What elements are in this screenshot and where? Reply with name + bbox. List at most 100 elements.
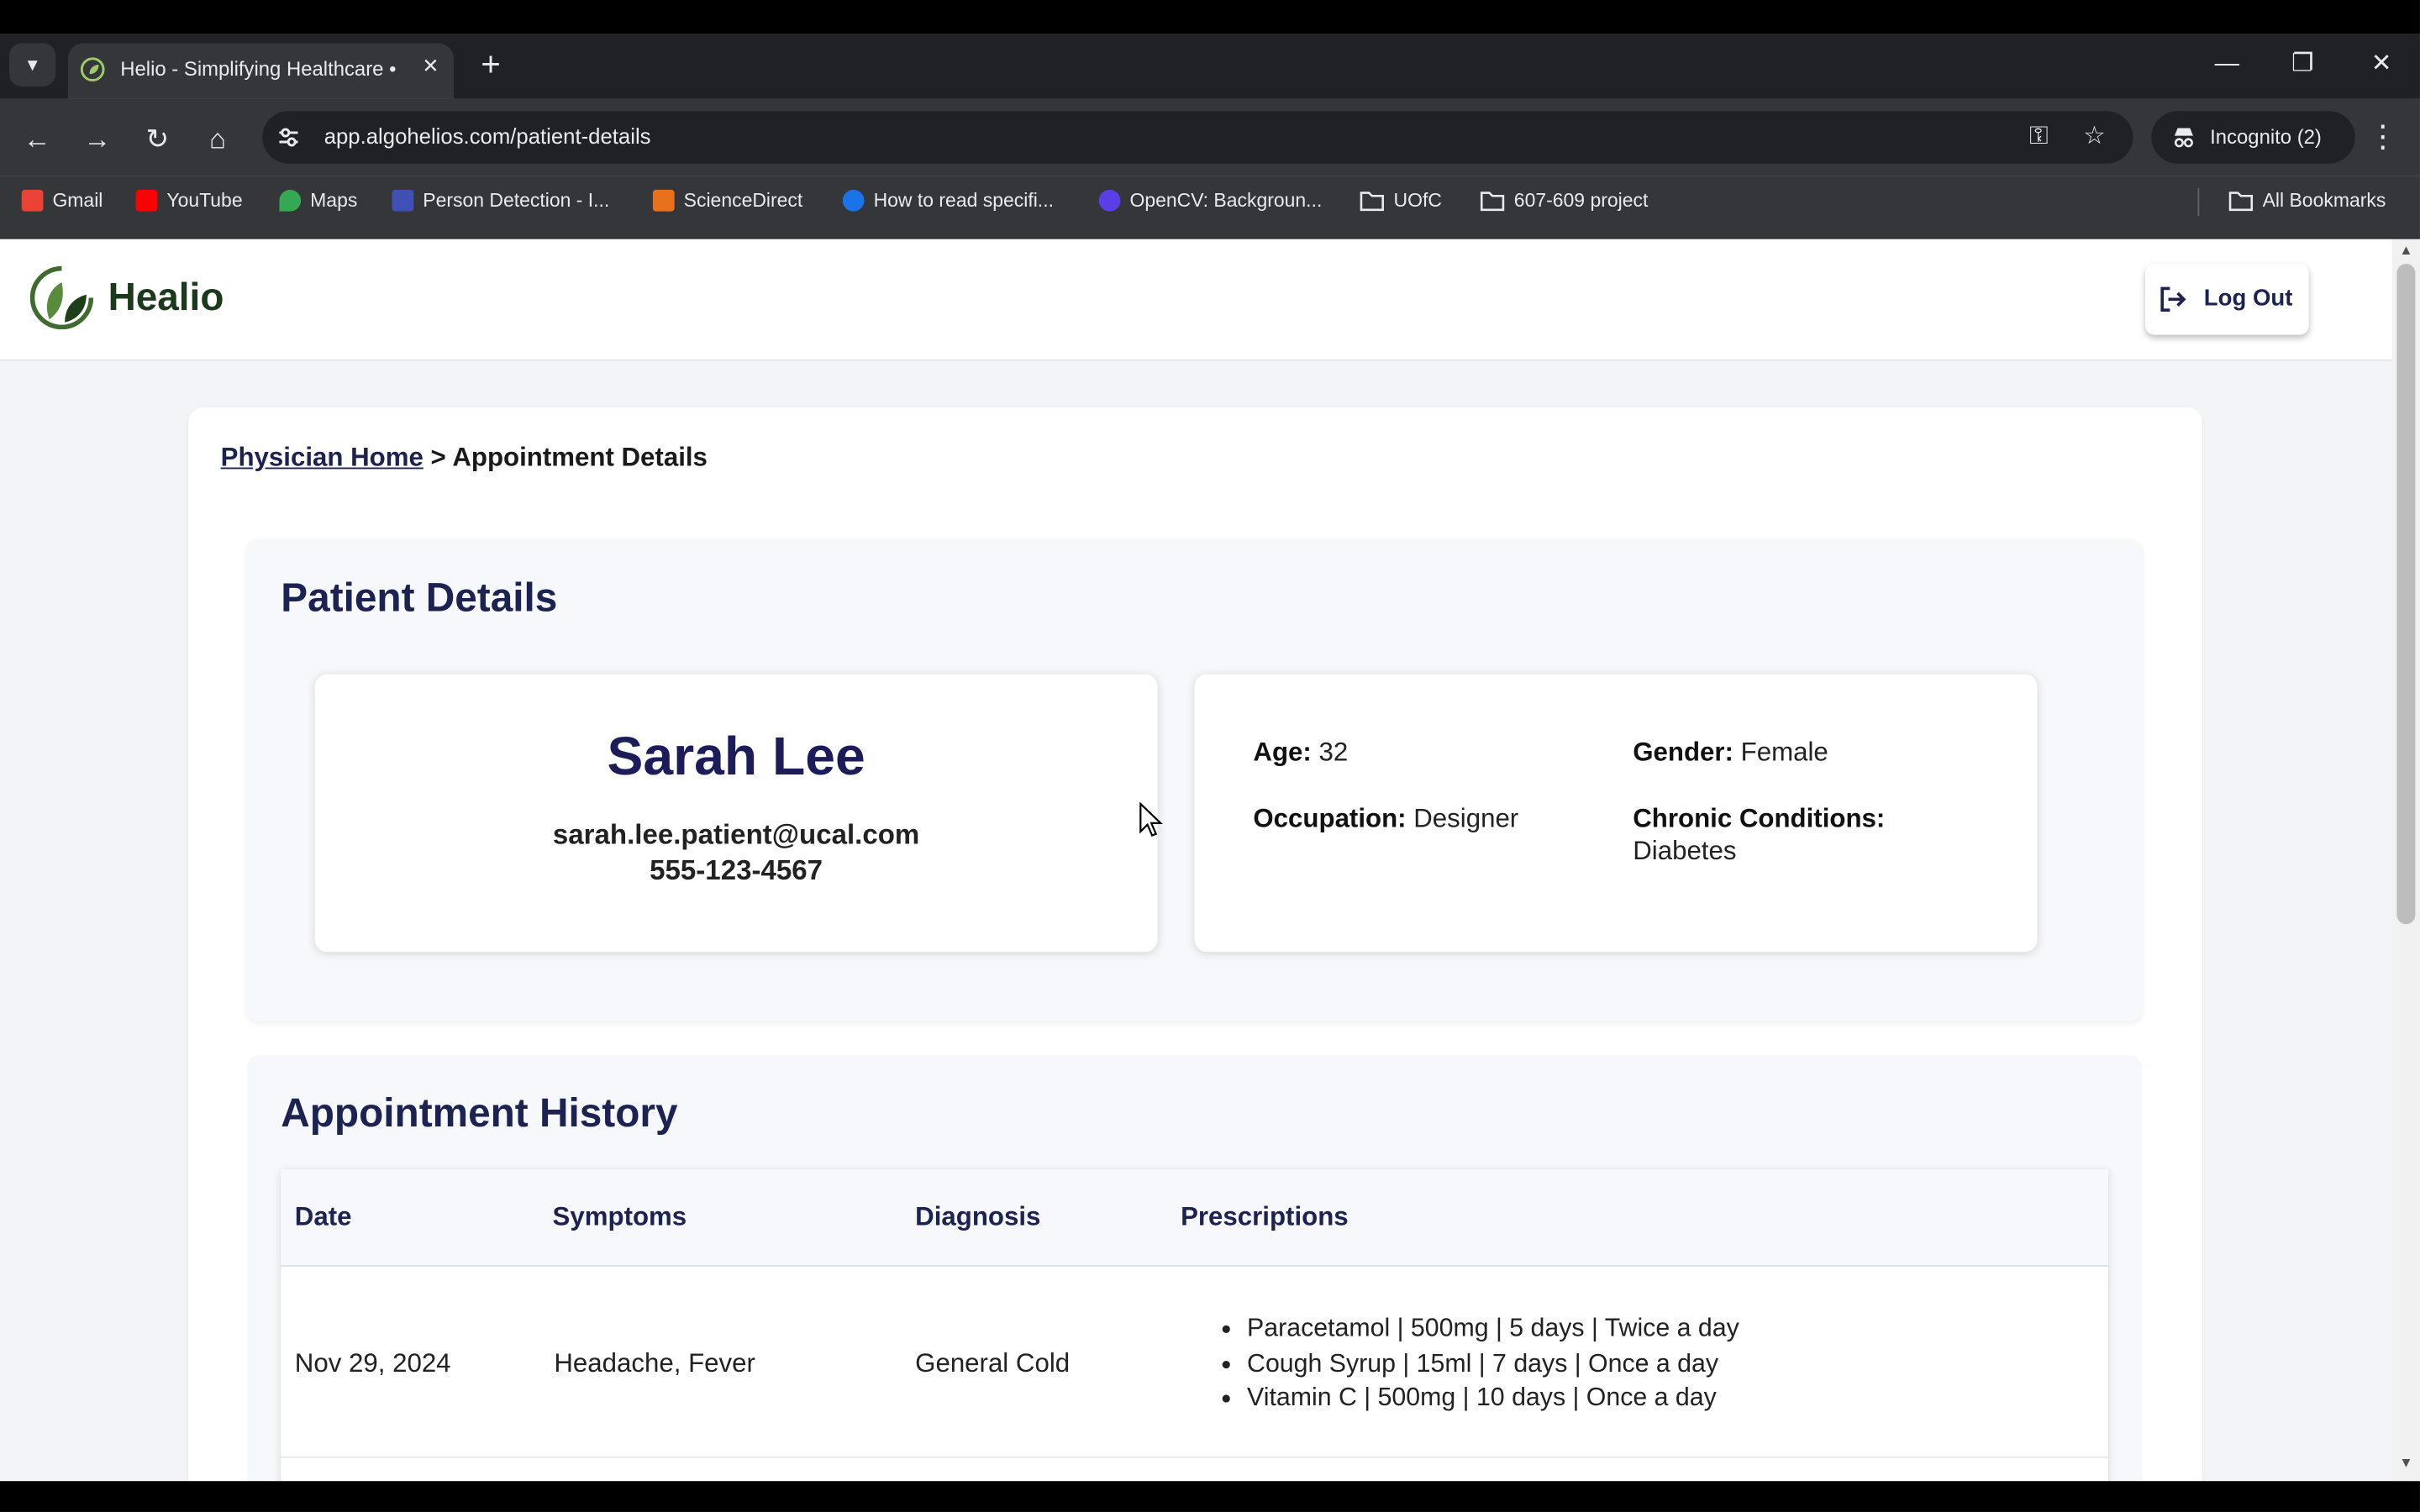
patient-details-section: Patient Details Sarah Lee sarah.lee.pati… xyxy=(246,539,2143,1021)
bookmark-label: Maps xyxy=(310,189,358,212)
restore-window-button[interactable]: ❐ xyxy=(2280,46,2326,83)
gender-value: Female xyxy=(1740,737,1828,767)
chevron-down-icon: ▾ xyxy=(27,52,38,76)
scroll-down-arrow-icon[interactable]: ▼ xyxy=(2392,1455,2420,1473)
close-window-button[interactable]: ✕ xyxy=(2358,46,2404,83)
bookmark-label: Person Detection - I... xyxy=(423,189,610,212)
bookmark-star-icon[interactable]: ☆ xyxy=(2077,120,2111,154)
breadcrumb-physician-home-link[interactable]: Physician Home xyxy=(221,443,424,472)
bookmark-person-detection[interactable]: Person Detection - I... xyxy=(392,186,610,214)
gmail-icon xyxy=(21,189,44,212)
scrollbar-thumb[interactable] xyxy=(2396,264,2416,925)
patient-email: sarah.lee.patient@ucal.com xyxy=(552,819,920,851)
column-header-symptoms: Symptoms xyxy=(552,1201,687,1231)
folder-icon xyxy=(1360,192,1384,212)
logout-label: Log Out xyxy=(2203,285,2293,312)
more-vert-icon: ⋮ xyxy=(2367,120,2399,155)
address-bar[interactable]: app.algohelios.com/patient-details ⚿ ☆ xyxy=(262,111,2133,164)
reload-button[interactable]: ↻ xyxy=(137,118,177,159)
bookmark-how-to-read[interactable]: How to read specifi... xyxy=(842,186,1054,214)
all-bookmarks-button[interactable]: All Bookmarks xyxy=(2228,186,2386,214)
bookmark-opencv[interactable]: OpenCV: Backgroun... xyxy=(1098,186,1323,214)
patient-name: Sarah Lee xyxy=(607,727,865,787)
patient-info-card: Age: 32 Gender: Female Occupation: Desig… xyxy=(1194,674,2038,953)
site-info-icon[interactable] xyxy=(275,123,302,151)
prescription-item: Cough Syrup | 15ml | 7 days | Once a day xyxy=(1247,1347,1739,1381)
breadcrumb-current: Appointment Details xyxy=(452,443,708,473)
bookmark-maps[interactable]: Maps xyxy=(279,186,357,214)
bookmark-favicon xyxy=(842,189,865,212)
prescription-list: Paracetamol | 500mg | 5 days | Twice a d… xyxy=(1219,1311,1739,1415)
page-scrollbar[interactable]: ▲ ▼ xyxy=(2391,239,2420,1482)
patient-age: Age: 32 xyxy=(1253,736,1348,769)
healio-logo-icon xyxy=(29,265,94,330)
column-header-date: Date xyxy=(294,1201,352,1231)
bookmark-favicon xyxy=(392,189,414,212)
minimize-icon: — xyxy=(2214,50,2240,77)
home-icon: ⌂ xyxy=(208,123,226,155)
logout-icon xyxy=(2160,286,2186,312)
incognito-indicator[interactable]: Incognito (2) xyxy=(2151,111,2355,164)
logout-button[interactable]: Log Out xyxy=(2145,264,2309,335)
patient-phone: 555-123-4567 xyxy=(650,854,823,886)
arrow-left-icon: ← xyxy=(23,123,51,155)
home-button[interactable]: ⌂ xyxy=(197,118,238,159)
bookmark-label: OpenCV: Backgroun... xyxy=(1129,189,1323,212)
appointment-history-title: Appointment History xyxy=(281,1089,678,1136)
cell-diagnosis: General Cold xyxy=(915,1348,1071,1378)
password-key-icon[interactable]: ⚿ xyxy=(2022,120,2055,154)
screen-top-border xyxy=(0,0,2420,34)
chronic-conditions-value: Diabetes xyxy=(1633,836,1737,866)
cell-symptoms: Headache, Fever xyxy=(554,1348,755,1378)
patient-gender: Gender: Female xyxy=(1633,736,1828,769)
back-button[interactable]: ← xyxy=(17,118,57,159)
tab-title: Helio - Simplifying Healthcare • xyxy=(120,56,397,81)
cell-date: Nov 29, 2024 xyxy=(294,1348,451,1378)
incognito-label: Incognito (2) xyxy=(2210,124,2322,149)
opencv-icon xyxy=(1098,189,1121,212)
youtube-icon xyxy=(135,189,158,212)
patient-chronic-conditions: Chronic Conditions: Diabetes xyxy=(1633,802,1941,867)
bookmark-youtube[interactable]: YouTube xyxy=(135,186,243,214)
bookmark-label: UOfC xyxy=(1393,189,1442,212)
reload-icon: ↻ xyxy=(145,123,170,155)
forward-button[interactable]: → xyxy=(77,118,118,159)
tab-search-button[interactable]: ▾ xyxy=(9,43,56,87)
row-divider xyxy=(281,1456,2108,1458)
scroll-up-arrow-icon[interactable]: ▲ xyxy=(2392,242,2420,260)
browser-menu-button[interactable]: ⋮ xyxy=(2365,118,2402,159)
bookmark-sciencedirect[interactable]: ScienceDirect xyxy=(652,186,802,214)
all-bookmarks-label: All Bookmarks xyxy=(2262,189,2386,212)
folder-icon xyxy=(1480,192,1505,212)
bookmark-label: How to read specifi... xyxy=(873,189,1054,212)
close-icon: ✕ xyxy=(2370,50,2392,77)
healio-favicon-icon xyxy=(80,57,105,81)
bookmark-folder-607-609[interactable]: 607-609 project xyxy=(1480,186,1648,214)
age-label: Age: xyxy=(1253,737,1312,767)
main-content: Physician Home > Appointment Details Pat… xyxy=(188,407,2202,1512)
chronic-conditions-label: Chronic Conditions: xyxy=(1633,803,1886,833)
minimize-window-button[interactable]: — xyxy=(2204,46,2250,83)
table-row[interactable]: Nov 29, 2024 Headache, Fever General Col… xyxy=(281,1267,2108,1458)
prescription-item: Paracetamol | 500mg | 5 days | Twice a d… xyxy=(1247,1311,1739,1346)
patient-details-title: Patient Details xyxy=(281,574,558,621)
app-header: Healio Log Out xyxy=(0,239,2392,361)
close-tab-icon[interactable]: ✕ xyxy=(417,52,445,80)
screen: ▾ Helio - Simplifying Healthcare • ✕ + —… xyxy=(0,0,2420,1512)
restore-icon: ❐ xyxy=(2291,50,2314,77)
bookmark-gmail[interactable]: Gmail xyxy=(21,186,103,214)
gender-label: Gender: xyxy=(1633,737,1733,767)
prescription-item: Vitamin C | 500mg | 10 days | Once a day xyxy=(1247,1381,1739,1415)
mouse-cursor-icon xyxy=(1139,802,1163,837)
age-value: 32 xyxy=(1318,737,1349,767)
plus-icon: + xyxy=(481,45,501,84)
breadcrumb: Physician Home > Appointment Details xyxy=(221,443,708,474)
browser-tab-active[interactable]: Helio - Simplifying Healthcare • ✕ xyxy=(67,43,454,99)
table-header: Date Symptoms Diagnosis Prescriptions xyxy=(281,1169,2108,1267)
occupation-value: Designer xyxy=(1413,803,1519,833)
url-text: app.algohelios.com/patient-details xyxy=(324,123,651,149)
breadcrumb-separator: > xyxy=(430,443,446,473)
bookmark-folder-uofc[interactable]: UOfC xyxy=(1360,186,1442,214)
new-tab-button[interactable]: + xyxy=(471,45,511,87)
bookmark-label: YouTube xyxy=(166,189,243,212)
